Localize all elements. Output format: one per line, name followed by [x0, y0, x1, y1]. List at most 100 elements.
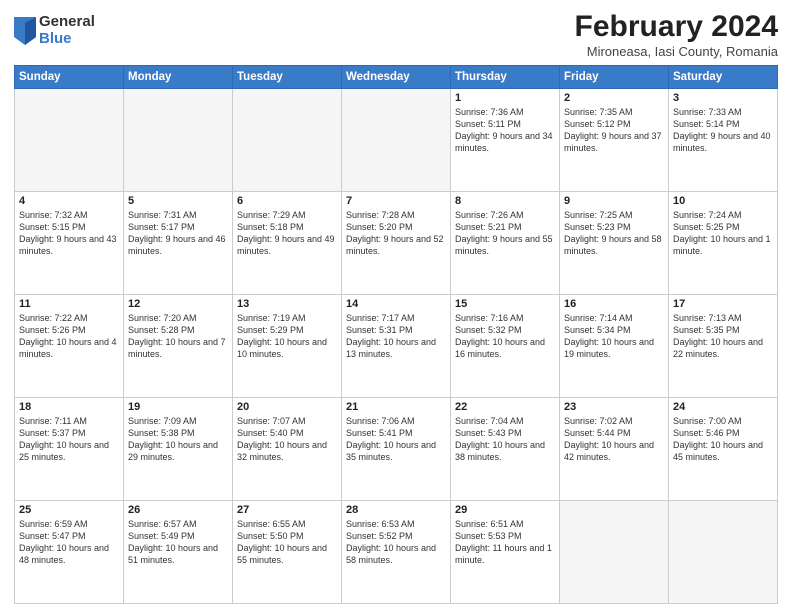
- calendar-cell: 26 Sunrise: 6:57 AM Sunset: 5:49 PM Dayli…: [124, 501, 233, 604]
- logo-icon: [14, 17, 36, 45]
- day-info: Sunrise: 7:02 AM Sunset: 5:44 PM Dayligh…: [564, 415, 664, 464]
- day-number: 11: [19, 298, 119, 310]
- calendar-cell: 7 Sunrise: 7:28 AM Sunset: 5:20 PM Daylig…: [342, 192, 451, 295]
- calendar-cell: 21 Sunrise: 7:06 AM Sunset: 5:41 PM Dayli…: [342, 398, 451, 501]
- day-info: Sunrise: 7:26 AM Sunset: 5:21 PM Dayligh…: [455, 209, 555, 258]
- day-number: 9: [564, 195, 664, 207]
- day-header-thursday: Thursday: [451, 66, 560, 89]
- day-number: 24: [673, 401, 773, 413]
- day-number: 1: [455, 92, 555, 104]
- day-number: 12: [128, 298, 228, 310]
- calendar-cell: 24Sunrise: 7:00 AM Sunset: 5:46 PM Dayli…: [669, 398, 778, 501]
- day-info: Sunrise: 7:09 AM Sunset: 5:38 PM Dayligh…: [128, 415, 228, 464]
- day-info: Sunrise: 7:04 AM Sunset: 5:43 PM Dayligh…: [455, 415, 555, 464]
- logo-text: General Blue: [39, 14, 95, 47]
- day-info: Sunrise: 7:20 AM Sunset: 5:28 PM Dayligh…: [128, 312, 228, 361]
- day-number: 6: [237, 195, 337, 207]
- calendar-cell: [233, 89, 342, 192]
- day-header-wednesday: Wednesday: [342, 66, 451, 89]
- day-info: Sunrise: 7:19 AM Sunset: 5:29 PM Dayligh…: [237, 312, 337, 361]
- day-number: 27: [237, 504, 337, 516]
- day-header-monday: Monday: [124, 66, 233, 89]
- day-info: Sunrise: 7:33 AM Sunset: 5:14 PM Dayligh…: [673, 106, 773, 155]
- calendar-week-0: 1 Sunrise: 7:36 AM Sunset: 5:11 PM Daylig…: [15, 89, 778, 192]
- day-info: Sunrise: 7:22 AM Sunset: 5:26 PM Dayligh…: [19, 312, 119, 361]
- day-info: Sunrise: 7:36 AM Sunset: 5:11 PM Dayligh…: [455, 106, 555, 155]
- day-info: Sunrise: 6:51 AM Sunset: 5:53 PM Dayligh…: [455, 518, 555, 567]
- day-info: Sunrise: 6:59 AM Sunset: 5:47 PM Dayligh…: [19, 518, 119, 567]
- logo: General Blue: [14, 14, 95, 47]
- day-info: Sunrise: 7:14 AM Sunset: 5:34 PM Dayligh…: [564, 312, 664, 361]
- day-number: 14: [346, 298, 446, 310]
- calendar-cell: [15, 89, 124, 192]
- day-number: 5: [128, 195, 228, 207]
- calendar-table: SundayMondayTuesdayWednesdayThursdayFrid…: [14, 65, 778, 604]
- day-info: Sunrise: 7:31 AM Sunset: 5:17 PM Dayligh…: [128, 209, 228, 258]
- title-block: February 2024 Mironeasa, Iasi County, Ro…: [575, 10, 778, 59]
- day-number: 23: [564, 401, 664, 413]
- calendar-cell: [669, 501, 778, 604]
- calendar-week-4: 25Sunrise: 6:59 AM Sunset: 5:47 PM Dayli…: [15, 501, 778, 604]
- calendar-cell: 8 Sunrise: 7:26 AM Sunset: 5:21 PM Daylig…: [451, 192, 560, 295]
- day-info: Sunrise: 6:55 AM Sunset: 5:50 PM Dayligh…: [237, 518, 337, 567]
- day-info: Sunrise: 7:07 AM Sunset: 5:40 PM Dayligh…: [237, 415, 337, 464]
- day-number: 19: [128, 401, 228, 413]
- calendar-cell: 16 Sunrise: 7:14 AM Sunset: 5:34 PM Dayli…: [560, 295, 669, 398]
- calendar-cell: 23 Sunrise: 7:02 AM Sunset: 5:44 PM Dayli…: [560, 398, 669, 501]
- day-info: Sunrise: 7:16 AM Sunset: 5:32 PM Dayligh…: [455, 312, 555, 361]
- logo-blue: Blue: [39, 31, 95, 48]
- calendar-cell: 18Sunrise: 7:11 AM Sunset: 5:37 PM Dayli…: [15, 398, 124, 501]
- day-number: 20: [237, 401, 337, 413]
- day-info: Sunrise: 7:28 AM Sunset: 5:20 PM Dayligh…: [346, 209, 446, 258]
- day-info: Sunrise: 7:11 AM Sunset: 5:37 PM Dayligh…: [19, 415, 119, 464]
- day-info: Sunrise: 7:24 AM Sunset: 5:25 PM Dayligh…: [673, 209, 773, 258]
- calendar-week-1: 4 Sunrise: 7:32 AM Sunset: 5:15 PM Daylig…: [15, 192, 778, 295]
- calendar-cell: 2Sunrise: 7:35 AM Sunset: 5:12 PM Daylig…: [560, 89, 669, 192]
- day-header-friday: Friday: [560, 66, 669, 89]
- calendar-cell: 14 Sunrise: 7:17 AM Sunset: 5:31 PM Dayli…: [342, 295, 451, 398]
- header: General Blue February 2024 Mironeasa, Ia…: [14, 10, 778, 59]
- day-number: 13: [237, 298, 337, 310]
- day-number: 17: [673, 298, 773, 310]
- day-number: 16: [564, 298, 664, 310]
- day-info: Sunrise: 7:32 AM Sunset: 5:15 PM Dayligh…: [19, 209, 119, 258]
- day-number: 7: [346, 195, 446, 207]
- day-info: Sunrise: 7:29 AM Sunset: 5:18 PM Dayligh…: [237, 209, 337, 258]
- day-info: Sunrise: 6:57 AM Sunset: 5:49 PM Dayligh…: [128, 518, 228, 567]
- calendar-cell: 27 Sunrise: 6:55 AM Sunset: 5:50 PM Dayli…: [233, 501, 342, 604]
- calendar-week-3: 18Sunrise: 7:11 AM Sunset: 5:37 PM Dayli…: [15, 398, 778, 501]
- calendar-cell: 19 Sunrise: 7:09 AM Sunset: 5:38 PM Dayli…: [124, 398, 233, 501]
- day-number: 8: [455, 195, 555, 207]
- day-number: 10: [673, 195, 773, 207]
- calendar-cell: 3 Sunrise: 7:33 AM Sunset: 5:14 PM Daylig…: [669, 89, 778, 192]
- calendar-cell: 29 Sunrise: 6:51 AM Sunset: 5:53 PM Dayli…: [451, 501, 560, 604]
- day-header-sunday: Sunday: [15, 66, 124, 89]
- calendar-week-2: 11 Sunrise: 7:22 AM Sunset: 5:26 PM Dayli…: [15, 295, 778, 398]
- day-number: 26: [128, 504, 228, 516]
- calendar-cell: 9Sunrise: 7:25 AM Sunset: 5:23 PM Daylig…: [560, 192, 669, 295]
- day-info: Sunrise: 7:17 AM Sunset: 5:31 PM Dayligh…: [346, 312, 446, 361]
- day-number: 28: [346, 504, 446, 516]
- logo-general: General: [39, 14, 95, 31]
- day-number: 22: [455, 401, 555, 413]
- day-header-tuesday: Tuesday: [233, 66, 342, 89]
- calendar-cell: 4 Sunrise: 7:32 AM Sunset: 5:15 PM Daylig…: [15, 192, 124, 295]
- day-number: 4: [19, 195, 119, 207]
- calendar-cell: 25Sunrise: 6:59 AM Sunset: 5:47 PM Dayli…: [15, 501, 124, 604]
- day-number: 15: [455, 298, 555, 310]
- day-info: Sunrise: 6:53 AM Sunset: 5:52 PM Dayligh…: [346, 518, 446, 567]
- calendar-cell: [342, 89, 451, 192]
- day-info: Sunrise: 7:06 AM Sunset: 5:41 PM Dayligh…: [346, 415, 446, 464]
- calendar-cell: 13 Sunrise: 7:19 AM Sunset: 5:29 PM Dayli…: [233, 295, 342, 398]
- day-number: 29: [455, 504, 555, 516]
- calendar-cell: 12 Sunrise: 7:20 AM Sunset: 5:28 PM Dayli…: [124, 295, 233, 398]
- calendar-cell: 10 Sunrise: 7:24 AM Sunset: 5:25 PM Dayli…: [669, 192, 778, 295]
- day-number: 3: [673, 92, 773, 104]
- calendar-cell: 11 Sunrise: 7:22 AM Sunset: 5:26 PM Dayli…: [15, 295, 124, 398]
- calendar-cell: [560, 501, 669, 604]
- day-number: 21: [346, 401, 446, 413]
- calendar-cell: 22 Sunrise: 7:04 AM Sunset: 5:43 PM Dayli…: [451, 398, 560, 501]
- page-container: General Blue February 2024 Mironeasa, Ia…: [0, 0, 792, 612]
- calendar-cell: [124, 89, 233, 192]
- calendar-cell: 5 Sunrise: 7:31 AM Sunset: 5:17 PM Daylig…: [124, 192, 233, 295]
